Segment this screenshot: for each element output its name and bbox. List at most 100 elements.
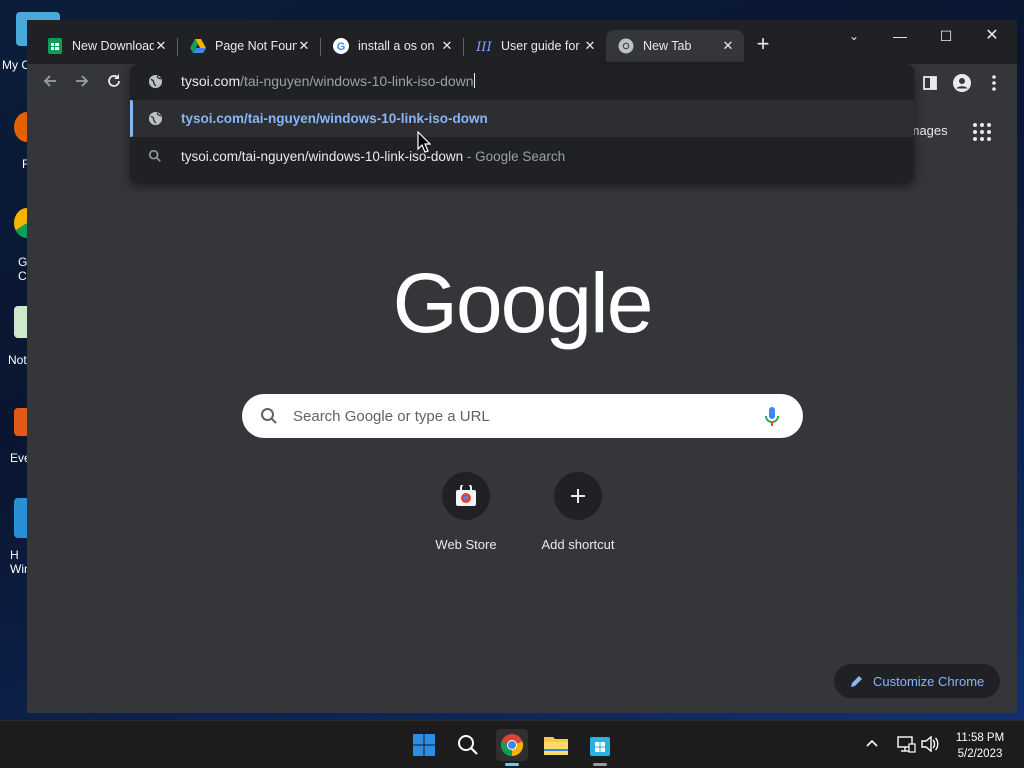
profile-button[interactable] <box>948 69 976 97</box>
new-tab-page: Images Google Search Google or type a UR… <box>27 102 1017 713</box>
clock-time: 11:58 PM <box>955 732 1005 744</box>
desktop-icon-label: My C <box>2 58 30 72</box>
globe-icon <box>148 111 163 131</box>
tab-search-chevron-icon[interactable]: ⌄ <box>834 24 874 48</box>
tab-page-not-found[interactable]: Page Not Found ✕ <box>178 30 320 62</box>
profile-icon <box>953 74 971 92</box>
taskbar-file-explorer[interactable] <box>540 729 572 761</box>
new-tab-button[interactable]: + <box>749 32 777 56</box>
search-icon <box>148 149 162 168</box>
clock-date: 5/2/2023 <box>957 748 1003 760</box>
suggestion-text: tysoi.com/tai-nguyen/windows-10-link-iso… <box>181 111 488 126</box>
address-path: /tai-nguyen/windows-10-link-iso-down <box>240 73 474 89</box>
desktop-icon-notepad[interactable]: Not <box>0 306 36 367</box>
search-icon <box>260 407 278 430</box>
close-icon[interactable]: ✕ <box>720 38 736 54</box>
shortcut-tile <box>442 472 490 520</box>
close-icon[interactable]: ✕ <box>296 38 312 54</box>
tab-title: New Tab <box>643 39 692 53</box>
search-placeholder: Search Google or type a URL <box>293 408 490 425</box>
close-icon[interactable]: ✕ <box>153 38 169 54</box>
side-panel-icon <box>923 76 937 90</box>
taskbar: 11:58 PM 5/2/2023 <box>0 720 1024 768</box>
text-caret <box>473 73 475 88</box>
windows-logo-icon <box>413 734 435 756</box>
tab-new-tab[interactable]: New Tab ✕ <box>606 30 744 62</box>
back-button[interactable] <box>36 69 64 97</box>
clock[interactable]: 11:58 PM 5/2/2023 <box>940 730 1020 762</box>
address-bar[interactable]: tysoi.com/tai-nguyen/windows-10-link-iso… <box>130 64 914 100</box>
desktop-icon-firefox[interactable]: F <box>0 112 40 171</box>
tab-user-guide[interactable]: III User guide for ✕ <box>464 30 606 62</box>
shortcut-web-store[interactable]: Web Store <box>410 472 522 552</box>
drive-icon <box>190 38 206 54</box>
chrome-icon <box>500 734 524 757</box>
arrow-right-icon <box>76 75 89 87</box>
taskbar-search-button[interactable] <box>452 729 484 761</box>
taskbar-store[interactable] <box>584 729 616 766</box>
google-logo: Google <box>393 262 654 350</box>
pencil-icon <box>851 676 862 687</box>
search-box[interactable]: Search Google or type a URL <box>242 394 803 438</box>
desktop-icon-my-computer[interactable]: My C <box>0 12 60 72</box>
address-domain: tysoi.com <box>181 73 241 89</box>
close-icon[interactable]: ✕ <box>582 38 598 54</box>
active-indicator <box>505 763 519 766</box>
tab-strip: New Downloads ✕ Page Not Found ✕ G insta… <box>27 20 1017 64</box>
customize-label: Customize Chrome <box>873 673 985 689</box>
tab-title: install a os on <box>358 39 435 53</box>
omnibox-dropdown: tysoi.com/tai-nguyen/windows-10-link-iso… <box>130 64 914 182</box>
plus-icon <box>571 489 585 503</box>
forward-button[interactable] <box>68 69 96 97</box>
tab-title: User guide for <box>501 39 580 53</box>
running-indicator <box>593 763 607 766</box>
side-panel-button[interactable] <box>916 69 944 97</box>
close-icon[interactable]: ✕ <box>439 38 455 54</box>
web-store-icon <box>456 485 476 506</box>
desktop-icon-chrome[interactable]: G Ch <box>0 208 40 283</box>
maximize-button[interactable]: ☐ <box>926 24 966 48</box>
apps-grid-icon[interactable] <box>972 122 992 147</box>
shortcut-tile <box>554 472 602 520</box>
minimize-button[interactable]: — <box>880 24 920 48</box>
chrome-window: New Downloads ✕ Page Not Found ✕ G insta… <box>27 20 1017 713</box>
tab-title: New Downloads <box>72 39 154 53</box>
site-icon: III <box>476 38 492 54</box>
network-icon[interactable] <box>896 735 916 758</box>
volume-icon[interactable] <box>920 735 940 758</box>
address-text[interactable]: tysoi.com/tai-nguyen/windows-10-link-iso… <box>181 73 475 89</box>
mouse-cursor-icon <box>417 131 431 153</box>
reload-button[interactable] <box>100 69 128 97</box>
shortcut-add[interactable]: Add shortcut <box>522 472 634 552</box>
tab-install-os[interactable]: G install a os on ✕ <box>321 30 463 62</box>
taskbar-chrome[interactable] <box>496 729 528 766</box>
chrome-icon <box>618 38 634 54</box>
globe-icon <box>148 74 163 94</box>
suggestion-suffix: - Google Search <box>463 149 566 164</box>
arrow-left-icon <box>43 75 56 87</box>
desktop-icon-everything[interactable]: Eve <box>0 408 31 465</box>
suggestion-text: tysoi.com/tai-nguyen/windows-10-link-iso… <box>181 149 565 164</box>
start-button[interactable] <box>408 729 440 761</box>
close-window-button[interactable]: ✕ <box>972 24 1012 48</box>
tray-overflow-chevron-icon[interactable] <box>866 737 878 751</box>
store-icon <box>590 737 610 756</box>
microphone-icon[interactable] <box>764 406 780 433</box>
selection-indicator <box>130 100 133 137</box>
svg-text:III: III <box>476 40 492 53</box>
omnibox-suggestion-url[interactable]: tysoi.com/tai-nguyen/windows-10-link-iso… <box>130 100 914 137</box>
reload-icon <box>108 74 120 87</box>
shortcut-label: Add shortcut <box>541 537 615 552</box>
svg-text:Google: Google <box>393 262 652 350</box>
folder-icon <box>544 737 568 755</box>
customize-chrome-button[interactable]: Customize Chrome <box>834 664 1000 698</box>
tab-new-downloads[interactable]: New Downloads ✕ <box>35 30 177 62</box>
shortcut-label: Web Store <box>435 537 497 552</box>
omnibox-suggestion-search[interactable]: tysoi.com/tai-nguyen/windows-10-link-iso… <box>130 138 914 175</box>
google-icon: G <box>333 38 349 54</box>
desktop-icon-windows-help[interactable]: H Win <box>0 498 32 576</box>
svg-text:G: G <box>337 41 346 53</box>
tab-title: Page Not Found <box>215 39 297 53</box>
search-icon <box>458 735 478 755</box>
menu-button[interactable] <box>980 69 1008 97</box>
